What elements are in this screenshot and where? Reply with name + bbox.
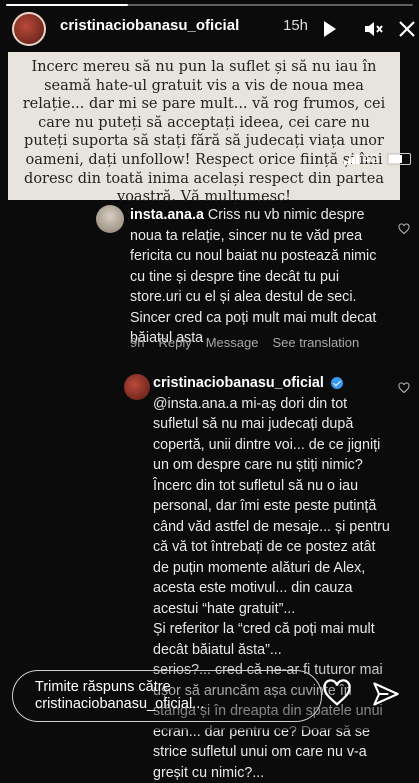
status-bar: 4G — [344, 152, 412, 166]
battery-icon — [387, 153, 412, 165]
story-username[interactable]: cristinaciobanasu_oficial — [60, 17, 239, 34]
see-translation-button[interactable]: See translation — [272, 335, 359, 350]
comment-time: 9h — [130, 335, 145, 350]
comment-text: @insta.ana.a mi-aș dori din tot sufletul… — [153, 395, 390, 617]
mute-icon[interactable] — [362, 18, 384, 40]
comment-avatar[interactable] — [96, 205, 124, 233]
signal-icon — [344, 154, 359, 164]
heart-icon[interactable] — [322, 678, 352, 708]
network-label: 4G — [363, 152, 380, 166]
heart-icon[interactable] — [398, 382, 410, 394]
close-icon[interactable] — [396, 18, 418, 40]
heart-icon[interactable] — [398, 223, 410, 235]
comment-text: Și referitor la “cred că poți mai mult d… — [153, 621, 375, 658]
comment-body: insta.ana.a Criss nu vb nimic despre noua… — [130, 205, 388, 349]
reply-input[interactable]: Trimite răspuns către cristinaciobanasu_… — [12, 670, 322, 722]
story-time: 15h — [283, 17, 309, 34]
story-header: cristinaciobanasu_oficial 15h — [0, 10, 419, 50]
comment-username[interactable]: insta.ana.a — [130, 207, 204, 223]
comment-username[interactable]: cristinaciobanasu_oficial — [153, 375, 324, 391]
play-icon[interactable] — [318, 18, 340, 40]
avatar[interactable] — [12, 12, 46, 46]
send-icon[interactable] — [372, 680, 400, 708]
message-button[interactable]: Message — [206, 335, 259, 350]
comment-avatar[interactable] — [124, 374, 150, 400]
comment-meta: 9h Reply Message See translation — [130, 335, 359, 350]
story-text-card: Incerc mereu să nu pun la suflet și să n… — [8, 52, 400, 205]
comment-text: Criss nu vb nimic despre noua ta relație… — [130, 207, 377, 346]
story-progress-bar — [6, 4, 413, 6]
verified-icon — [330, 377, 343, 390]
reply-button[interactable]: Reply — [158, 335, 191, 350]
